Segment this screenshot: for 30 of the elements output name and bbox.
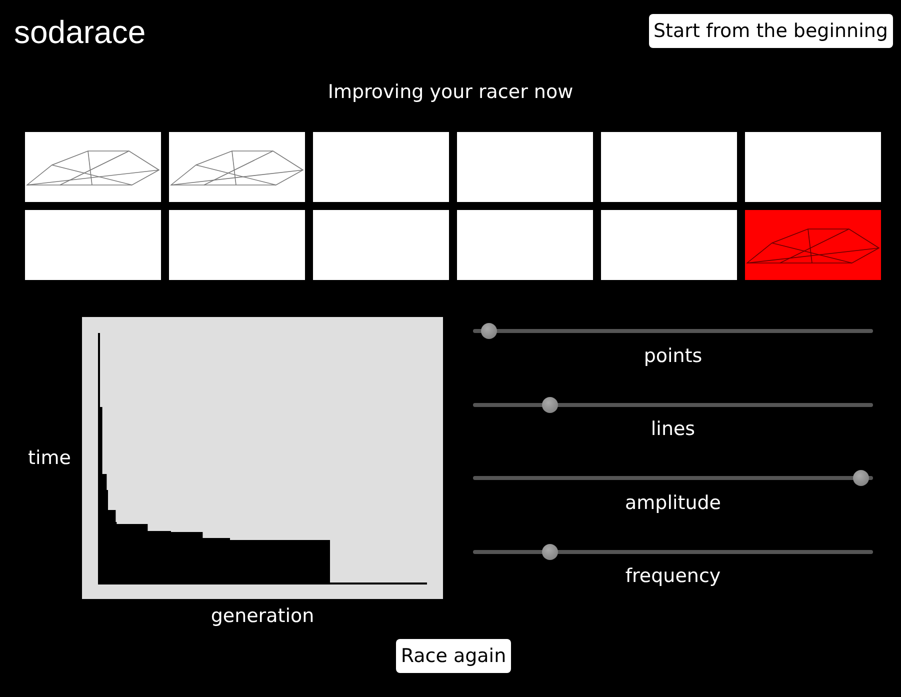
status-message: Improving your racer now xyxy=(326,80,574,104)
racer-tile[interactable] xyxy=(25,132,161,202)
racer-tile[interactable] xyxy=(457,210,593,280)
racer-tile[interactable] xyxy=(601,132,737,202)
slider-thumb[interactable] xyxy=(480,323,497,339)
racer-tile[interactable] xyxy=(169,132,305,202)
axis-label: generation xyxy=(210,605,314,627)
racer-tile[interactable] xyxy=(745,132,881,202)
slider-label: amplitude xyxy=(624,492,721,514)
slider[interactable] xyxy=(473,323,873,338)
app-title: sodarace xyxy=(14,13,146,52)
slider[interactable] xyxy=(473,470,873,485)
slider-label: frequency xyxy=(625,565,721,588)
axis-label: time xyxy=(28,447,72,469)
slider[interactable] xyxy=(473,544,873,558)
slider-thumb[interactable] xyxy=(542,544,558,560)
racer-tile[interactable] xyxy=(745,210,881,280)
racer-tile[interactable] xyxy=(313,210,449,280)
racer-tile[interactable] xyxy=(457,132,593,202)
restart-button[interactable]: Start from the beginning xyxy=(648,14,893,48)
racer-tile[interactable] xyxy=(313,132,449,202)
slider[interactable] xyxy=(473,396,873,412)
racer-tile[interactable] xyxy=(601,210,737,280)
race-again-button[interactable]: Race again xyxy=(396,639,512,673)
slider-label: lines xyxy=(650,418,696,440)
slider-thumb[interactable] xyxy=(542,396,558,412)
slider-thumb[interactable] xyxy=(853,470,870,486)
racer-tile[interactable] xyxy=(169,210,305,280)
slider-label: points xyxy=(644,344,702,367)
racer-tile[interactable] xyxy=(25,210,161,280)
